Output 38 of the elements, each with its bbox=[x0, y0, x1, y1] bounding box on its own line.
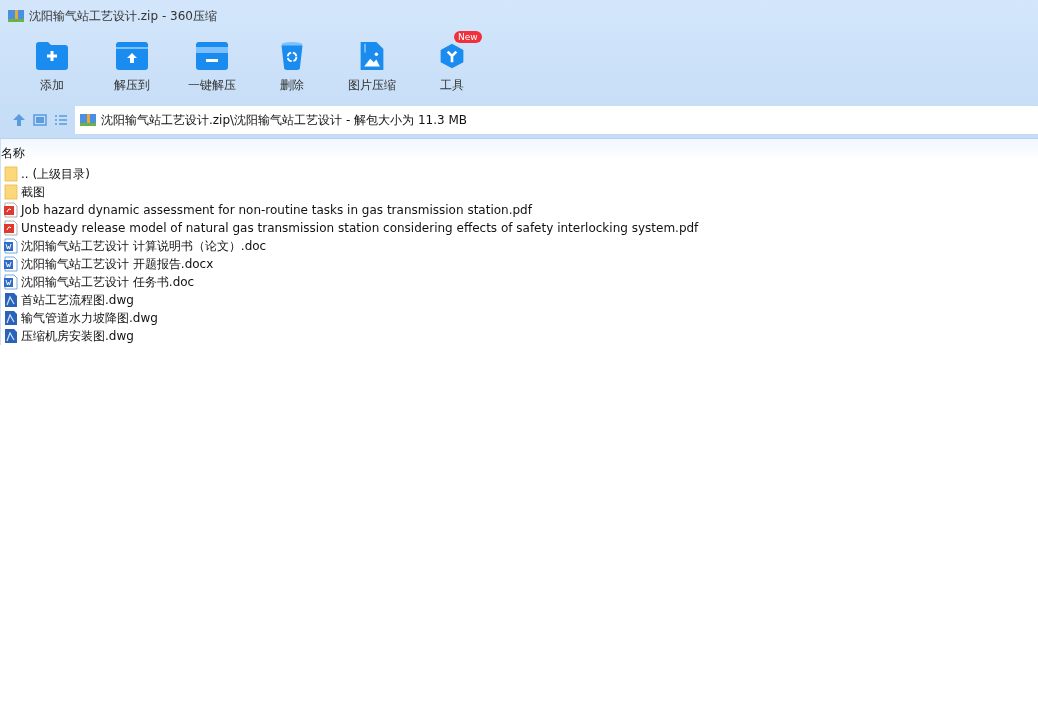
toolbar-button[interactable]: 添加 bbox=[12, 32, 92, 102]
column-header[interactable]: 名称 bbox=[1, 145, 1038, 161]
folder-plus-icon bbox=[36, 42, 68, 70]
list-view-icon[interactable] bbox=[54, 113, 68, 127]
file-name[interactable]: Unsteady release model of natural gas transmission station considering effects of safety interlocking system.pdf bbox=[21, 221, 699, 235]
address-path: 沈阳输气站工艺设计.zip\沈阳输气站工艺设计 - 解包大小为 11.3 MB bbox=[101, 111, 467, 129]
pdf-file-icon bbox=[4, 202, 18, 218]
folder-icon bbox=[4, 166, 18, 182]
window-title: 沈阳输气站工艺设计.zip - 360压缩 bbox=[29, 7, 217, 25]
file-name[interactable]: 压缩机房安装图.dwg bbox=[21, 327, 134, 345]
folder-icon bbox=[4, 184, 18, 200]
address-bar[interactable]: 沈阳输气站工艺设计.zip\沈阳输气站工艺设计 - 解包大小为 11.3 MB bbox=[75, 106, 1038, 134]
up-arrow-icon[interactable] bbox=[12, 113, 26, 127]
file-name[interactable]: 首站工艺流程图.dwg bbox=[21, 291, 134, 309]
toolbar-button[interactable]: 删除 bbox=[252, 32, 332, 102]
file-name[interactable]: 沈阳输气站工艺设计 开题报告.docx bbox=[21, 255, 214, 273]
archive-icon bbox=[8, 8, 24, 24]
folder-minus-icon bbox=[196, 42, 228, 70]
new-badge: New bbox=[454, 31, 482, 43]
toolbar-button[interactable]: New 工具 bbox=[412, 32, 492, 102]
thumbnail-view-icon[interactable] bbox=[33, 113, 47, 127]
word-file-icon bbox=[4, 238, 18, 254]
file-name[interactable]: 沈阳输气站工艺设计 计算说明书（论文）.doc bbox=[21, 237, 267, 255]
folder-up-icon bbox=[116, 42, 148, 70]
toolbar-button[interactable]: 图片压缩 bbox=[332, 32, 412, 102]
file-name[interactable]: Job hazard dynamic assessment for non-routine tasks in gas transmission station.pdf bbox=[21, 203, 532, 217]
drawing-file-icon bbox=[4, 310, 18, 326]
file-name[interactable]: .. (上级目录) bbox=[21, 165, 90, 183]
file-name[interactable]: 截图 bbox=[21, 183, 45, 201]
toolbar-button[interactable]: 一键解压 bbox=[172, 32, 252, 102]
pdf-file-icon bbox=[4, 220, 18, 236]
word-file-icon bbox=[4, 274, 18, 290]
file-name[interactable]: 沈阳输气站工艺设计 任务书.doc bbox=[21, 273, 195, 291]
archive-icon bbox=[80, 112, 96, 128]
toolbar-button[interactable]: 解压到 bbox=[92, 32, 172, 102]
drawing-file-icon bbox=[4, 292, 18, 308]
file-name[interactable]: 输气管道水力坡降图.dwg bbox=[21, 309, 158, 327]
word-file-icon bbox=[4, 256, 18, 272]
